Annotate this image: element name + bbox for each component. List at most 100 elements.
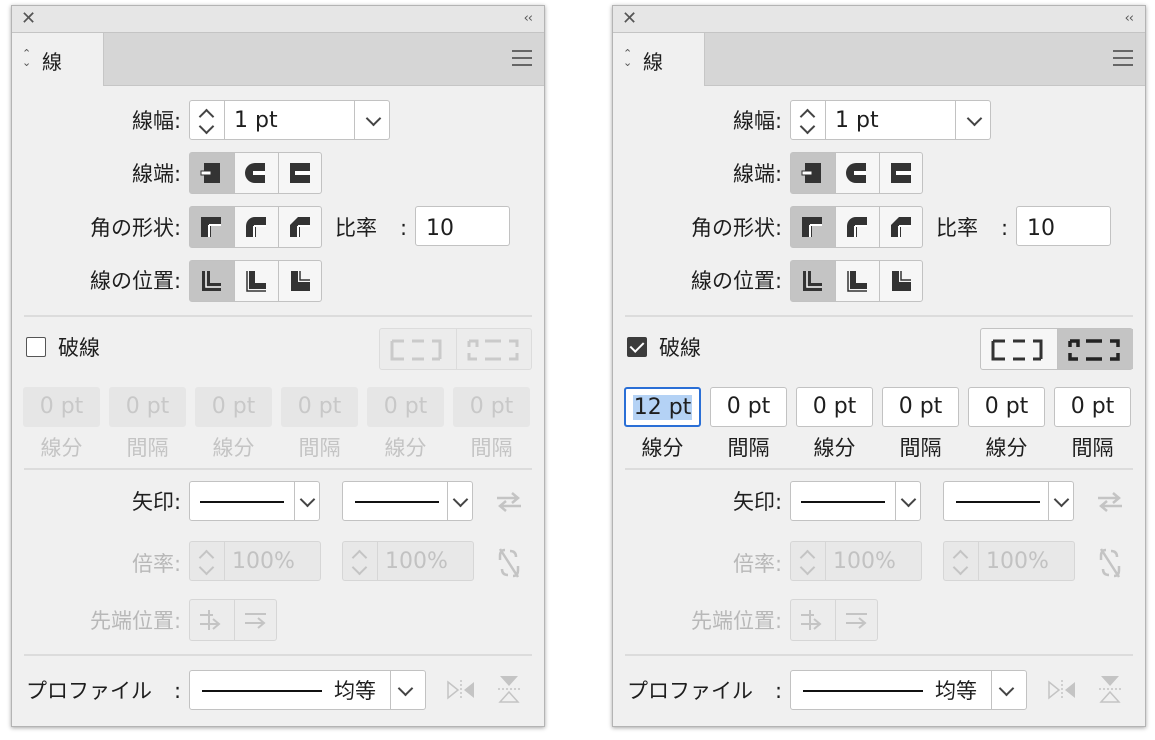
- butt-cap-button[interactable]: [791, 153, 835, 193]
- line-preview: [956, 501, 1040, 503]
- dash-pattern-buttons: [980, 328, 1133, 370]
- start-scale-input[interactable]: 100%: [790, 541, 922, 581]
- divider: [625, 315, 1133, 317]
- start-scale-input[interactable]: 100%: [189, 541, 321, 581]
- dash-field[interactable]: 0 pt: [968, 387, 1045, 427]
- align-inside-button[interactable]: [234, 261, 278, 301]
- profile-select[interactable]: 均等: [790, 670, 1027, 710]
- cap-buttons: [189, 152, 322, 194]
- end-arrowhead-select[interactable]: [943, 481, 1074, 521]
- round-join-button[interactable]: [234, 207, 278, 247]
- tip-inside-button[interactable]: [234, 600, 278, 640]
- stroke-weight-combo[interactable]: 1 pt: [189, 100, 390, 140]
- align-center-button[interactable]: [791, 261, 835, 301]
- dash-field[interactable]: 0 pt: [367, 387, 444, 427]
- expand-arrows-icon[interactable]: ⌃ ⌄: [623, 48, 632, 68]
- gap-field[interactable]: 0 pt: [710, 387, 787, 427]
- round-cap-button[interactable]: [234, 153, 278, 193]
- unlink-icon[interactable]: [1097, 547, 1123, 579]
- stroke-weight-value[interactable]: 1 pt: [835, 101, 879, 141]
- chevron-down-icon[interactable]: [998, 680, 1015, 697]
- collapse-icon[interactable]: ‹‹: [524, 8, 533, 30]
- stepper-down-icon[interactable]: [799, 118, 816, 135]
- chevron-down-icon[interactable]: [1053, 491, 1070, 508]
- dash-field[interactable]: 0 pt: [195, 387, 272, 427]
- flip-vertical-icon[interactable]: [1097, 674, 1123, 704]
- align-dash-button[interactable]: [456, 329, 532, 369]
- end-scale-input[interactable]: 100%: [342, 541, 474, 581]
- chevron-down-icon[interactable]: [966, 110, 983, 127]
- miter-limit-input[interactable]: 10: [1016, 206, 1111, 246]
- swap-arrows-icon[interactable]: [1096, 490, 1124, 514]
- bevel-join-button[interactable]: [278, 207, 322, 247]
- align-outside-button[interactable]: [879, 261, 923, 301]
- cap-label: 線端: [132, 162, 174, 186]
- close-icon[interactable]: ✕: [622, 8, 637, 30]
- tip-extend-icon: [801, 610, 822, 630]
- preserve-dash-icon: [991, 339, 1043, 361]
- align-center-button[interactable]: [190, 261, 234, 301]
- dash-field[interactable]: 0 pt: [796, 387, 873, 427]
- preserve-dash-button[interactable]: [380, 329, 456, 369]
- hamburger-menu-icon[interactable]: [512, 50, 532, 66]
- scale-label: 倍率: [733, 552, 775, 576]
- gap-field[interactable]: 0 pt: [882, 387, 959, 427]
- chevron-down-icon[interactable]: [452, 491, 469, 508]
- tip-extend-button[interactable]: [791, 600, 835, 640]
- gap-field[interactable]: 0 pt: [453, 387, 530, 427]
- chevron-down-icon[interactable]: [900, 491, 917, 508]
- chevron-down-icon[interactable]: [365, 110, 382, 127]
- end-arrowhead-select[interactable]: [342, 481, 473, 521]
- gap-field[interactable]: 0 pt: [1054, 387, 1131, 427]
- flip-horizontal-icon[interactable]: [1047, 678, 1077, 702]
- close-icon[interactable]: ✕: [21, 8, 36, 30]
- gap-field[interactable]: 0 pt: [281, 387, 358, 427]
- swap-arrows-icon[interactable]: [495, 490, 523, 514]
- hamburger-menu-icon[interactable]: [1113, 50, 1133, 66]
- miter-limit-input[interactable]: 10: [415, 206, 510, 246]
- tab-stroke[interactable]: ⌃ ⌄ 線: [12, 33, 104, 86]
- preserve-dash-button[interactable]: [981, 329, 1057, 369]
- bevel-join-icon: [891, 217, 911, 237]
- unlink-icon[interactable]: [496, 547, 522, 579]
- round-join-button[interactable]: [835, 207, 879, 247]
- stroke-weight-value[interactable]: 1 pt: [234, 101, 278, 141]
- dashed-line-checkbox[interactable]: [26, 337, 46, 357]
- miter-join-button[interactable]: [791, 207, 835, 247]
- start-arrowhead-select[interactable]: [790, 481, 921, 521]
- collapse-icon[interactable]: ‹‹: [1125, 8, 1134, 30]
- flip-vertical-icon[interactable]: [496, 674, 522, 704]
- align-dash-button[interactable]: [1057, 329, 1133, 369]
- stepper-down-icon[interactable]: [198, 118, 215, 135]
- gap-field[interactable]: 0 pt: [109, 387, 186, 427]
- start-arrowhead-select[interactable]: [189, 481, 320, 521]
- tip-inside-button[interactable]: [835, 600, 879, 640]
- miter-join-button[interactable]: [190, 207, 234, 247]
- dash-field[interactable]: 0 pt: [23, 387, 100, 427]
- butt-cap-button[interactable]: [190, 153, 234, 193]
- dashed-line-checkbox[interactable]: [627, 337, 647, 357]
- stroke-weight-label: 線幅: [132, 109, 174, 133]
- align-inside-button[interactable]: [835, 261, 879, 301]
- round-cap-button[interactable]: [835, 153, 879, 193]
- flip-horizontal-icon[interactable]: [446, 678, 476, 702]
- butt-cap-icon: [200, 163, 220, 183]
- panel-titlebar: ✕ ‹‹: [12, 6, 544, 33]
- tab-bar: ⌃ ⌄ 線: [12, 33, 544, 86]
- align-outside-icon: [892, 271, 911, 291]
- end-scale-input[interactable]: 100%: [943, 541, 1075, 581]
- bevel-join-button[interactable]: [879, 207, 923, 247]
- chevron-down-icon[interactable]: [299, 491, 316, 508]
- dash-field[interactable]: 12 pt: [624, 387, 701, 427]
- corner-buttons: [790, 206, 923, 248]
- projecting-cap-button[interactable]: [278, 153, 322, 193]
- stroke-weight-combo[interactable]: 1 pt: [790, 100, 991, 140]
- expand-arrows-icon[interactable]: ⌃ ⌄: [22, 48, 31, 68]
- tip-extend-button[interactable]: [190, 600, 234, 640]
- align-outside-button[interactable]: [278, 261, 322, 301]
- projecting-cap-button[interactable]: [879, 153, 923, 193]
- gap-label: 間隔: [126, 436, 169, 460]
- tab-stroke[interactable]: ⌃ ⌄ 線: [613, 33, 705, 86]
- chevron-down-icon[interactable]: [397, 680, 414, 697]
- profile-select[interactable]: 均等: [189, 670, 426, 710]
